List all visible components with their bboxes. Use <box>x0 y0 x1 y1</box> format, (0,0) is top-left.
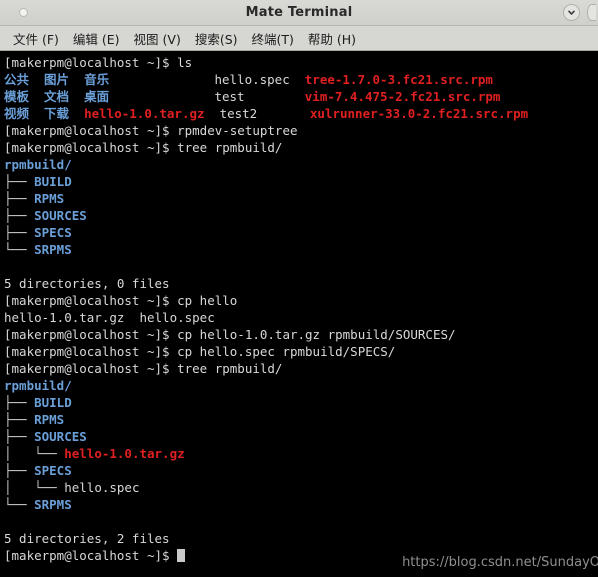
terminal-segment: SOURCES <box>34 208 87 223</box>
terminal-line: ├── BUILD <box>4 394 598 411</box>
terminal-segment: [makerpm@localhost ~]$ ls <box>4 55 193 70</box>
terminal-line: [makerpm@localhost ~]$ tree rpmbuild/ <box>4 360 598 377</box>
menu-edit[interactable]: 编辑 (E) <box>66 28 127 49</box>
terminal-line: 公共 图片 音乐 hello.spec tree-1.7.0-3.fc21.sr… <box>4 71 598 88</box>
terminal-line: 5 directories, 2 files <box>4 530 598 547</box>
menu-terminal[interactable]: 终端(T) <box>245 28 301 49</box>
terminal-segment: RPMS <box>34 191 65 206</box>
terminal-segment: [makerpm@localhost ~]$ tree rpmbuild/ <box>4 140 283 155</box>
terminal-segment: rpmbuild/ <box>4 378 72 393</box>
terminal-segment: └── <box>4 242 35 257</box>
menu-search[interactable]: 搜索(S) <box>188 28 245 49</box>
terminal-segment: test <box>214 89 305 104</box>
terminal-segment: ├── <box>4 395 35 410</box>
terminal-line: ├── SOURCES <box>4 428 598 445</box>
terminal-segment: ├── <box>4 208 35 223</box>
terminal-line: rpmbuild/ <box>4 377 598 394</box>
terminal-segment: [makerpm@localhost ~]$ cp hello-1.0.tar.… <box>4 327 456 342</box>
terminal-cursor <box>177 549 186 562</box>
terminal-line: │ └── hello-1.0.tar.gz <box>4 445 598 462</box>
terminal-segment: hello.spec <box>64 480 140 495</box>
terminal-segment: hello-1.0.tar.gz <box>64 446 185 461</box>
terminal-line: └── SRPMS <box>4 496 598 513</box>
terminal-segment: ├── <box>4 412 35 427</box>
terminal-segment: ├── <box>4 191 35 206</box>
terminal-segment: [makerpm@localhost ~]$ rpmdev-setuptree <box>4 123 298 138</box>
terminal-segment: rpmbuild/ <box>4 157 72 172</box>
terminal-segment: [makerpm@localhost ~]$ tree rpmbuild/ <box>4 361 283 376</box>
menu-view[interactable]: 视图 (V) <box>127 28 188 49</box>
terminal-segment: SRPMS <box>34 242 72 257</box>
terminal-line: 视频 下载 hello-1.0.tar.gz test2 xulrunner-3… <box>4 105 598 122</box>
terminal-segment: BUILD <box>34 174 72 189</box>
terminal-segment: hello-1.0.tar.gz <box>84 106 220 121</box>
terminal-segment: │ └── <box>4 480 65 495</box>
menu-file[interactable]: 文件 (F) <box>6 28 66 49</box>
terminal-segment: 视频 下载 <box>4 106 85 121</box>
terminal-text: [makerpm@localhost ~]$ ls 公共 图片 音乐 hello.… <box>4 54 598 564</box>
terminal-segment: BUILD <box>34 395 72 410</box>
terminal-segment: test2 <box>219 106 310 121</box>
terminal-output-area[interactable]: [makerpm@localhost ~]$ ls 公共 图片 音乐 hello.… <box>0 51 598 577</box>
circle-icon <box>18 8 28 17</box>
terminal-segment: [makerpm@localhost ~]$ cp hello.spec rpm… <box>4 344 396 359</box>
terminal-line: [makerpm@localhost ~]$ ls <box>4 54 598 71</box>
terminal-line: ├── SPECS <box>4 462 598 479</box>
terminal-segment: 5 directories, 2 files <box>4 531 170 546</box>
terminal-segment: vim-7.4.475-2.fc21.src.rpm <box>304 89 501 104</box>
terminal-segment: tree-1.7.0-3.fc21.src.rpm <box>304 72 493 87</box>
menu-help[interactable]: 帮助 (H) <box>301 28 363 49</box>
terminal-segment: RPMS <box>34 412 65 427</box>
terminal-segment: [makerpm@localhost ~]$ cp hello <box>4 293 238 308</box>
window-titlebar[interactable]: Mate Terminal <box>0 0 598 26</box>
terminal-segment: │ └── <box>4 446 65 461</box>
terminal-line: ├── SPECS <box>4 224 598 241</box>
terminal-line: ├── RPMS <box>4 411 598 428</box>
terminal-line: [makerpm@localhost ~]$ rpmdev-setuptree <box>4 122 598 139</box>
terminal-segment: ├── <box>4 463 35 478</box>
terminal-segment: SRPMS <box>34 497 72 512</box>
terminal-segment: SPECS <box>34 463 72 478</box>
terminal-segment: 模板 文档 桌面 <box>4 89 215 104</box>
terminal-line: [makerpm@localhost ~]$ tree rpmbuild/ <box>4 139 598 156</box>
terminal-line: rpmbuild/ <box>4 156 598 173</box>
watermark-text: https://blog.csdn.net/SundayO <box>402 555 598 570</box>
window-extra-button[interactable] <box>587 4 596 21</box>
terminal-segment: xulrunner-33.0-2.fc21.src.rpm <box>309 106 529 121</box>
terminal-segment: ├── <box>4 225 35 240</box>
terminal-segment: SPECS <box>34 225 72 240</box>
terminal-line: └── SRPMS <box>4 241 598 258</box>
terminal-line: [makerpm@localhost ~]$ cp hello.spec rpm… <box>4 343 598 360</box>
terminal-segment: [makerpm@localhost ~]$ <box>4 548 178 563</box>
terminal-line: │ └── hello.spec <box>4 479 598 496</box>
mate-terminal-window: Mate Terminal 文件 (F) 编辑 (E) 视图 (V) 搜索(S)… <box>0 0 598 577</box>
terminal-segment: SOURCES <box>34 429 87 444</box>
terminal-segment: ├── <box>4 174 35 189</box>
terminal-segment: hello.spec <box>214 72 305 87</box>
window-menu-chevron-button[interactable] <box>563 4 580 21</box>
terminal-line: [makerpm@localhost ~]$ cp hello <box>4 292 598 309</box>
terminal-line: [makerpm@localhost ~]$ cp hello-1.0.tar.… <box>4 326 598 343</box>
terminal-segment: └── <box>4 497 35 512</box>
menubar: 文件 (F) 编辑 (E) 视图 (V) 搜索(S) 终端(T) 帮助 (H) <box>0 26 598 51</box>
terminal-segment: 5 directories, 0 files <box>4 276 170 291</box>
window-controls <box>563 4 598 21</box>
terminal-segment: hello-1.0.tar.gz hello.spec <box>4 310 215 325</box>
titlebar-left-area <box>0 8 46 17</box>
terminal-segment: 公共 图片 音乐 <box>4 72 215 87</box>
terminal-line: ├── RPMS <box>4 190 598 207</box>
chevron-down-icon <box>568 10 575 15</box>
terminal-line: ├── BUILD <box>4 173 598 190</box>
window-title: Mate Terminal <box>245 5 353 20</box>
terminal-line: ├── SOURCES <box>4 207 598 224</box>
terminal-segment: ├── <box>4 429 35 444</box>
terminal-line: hello-1.0.tar.gz hello.spec <box>4 309 598 326</box>
terminal-line: 5 directories, 0 files <box>4 275 598 292</box>
terminal-line: 模板 文档 桌面 test vim-7.4.475-2.fc21.src.rpm <box>4 88 598 105</box>
